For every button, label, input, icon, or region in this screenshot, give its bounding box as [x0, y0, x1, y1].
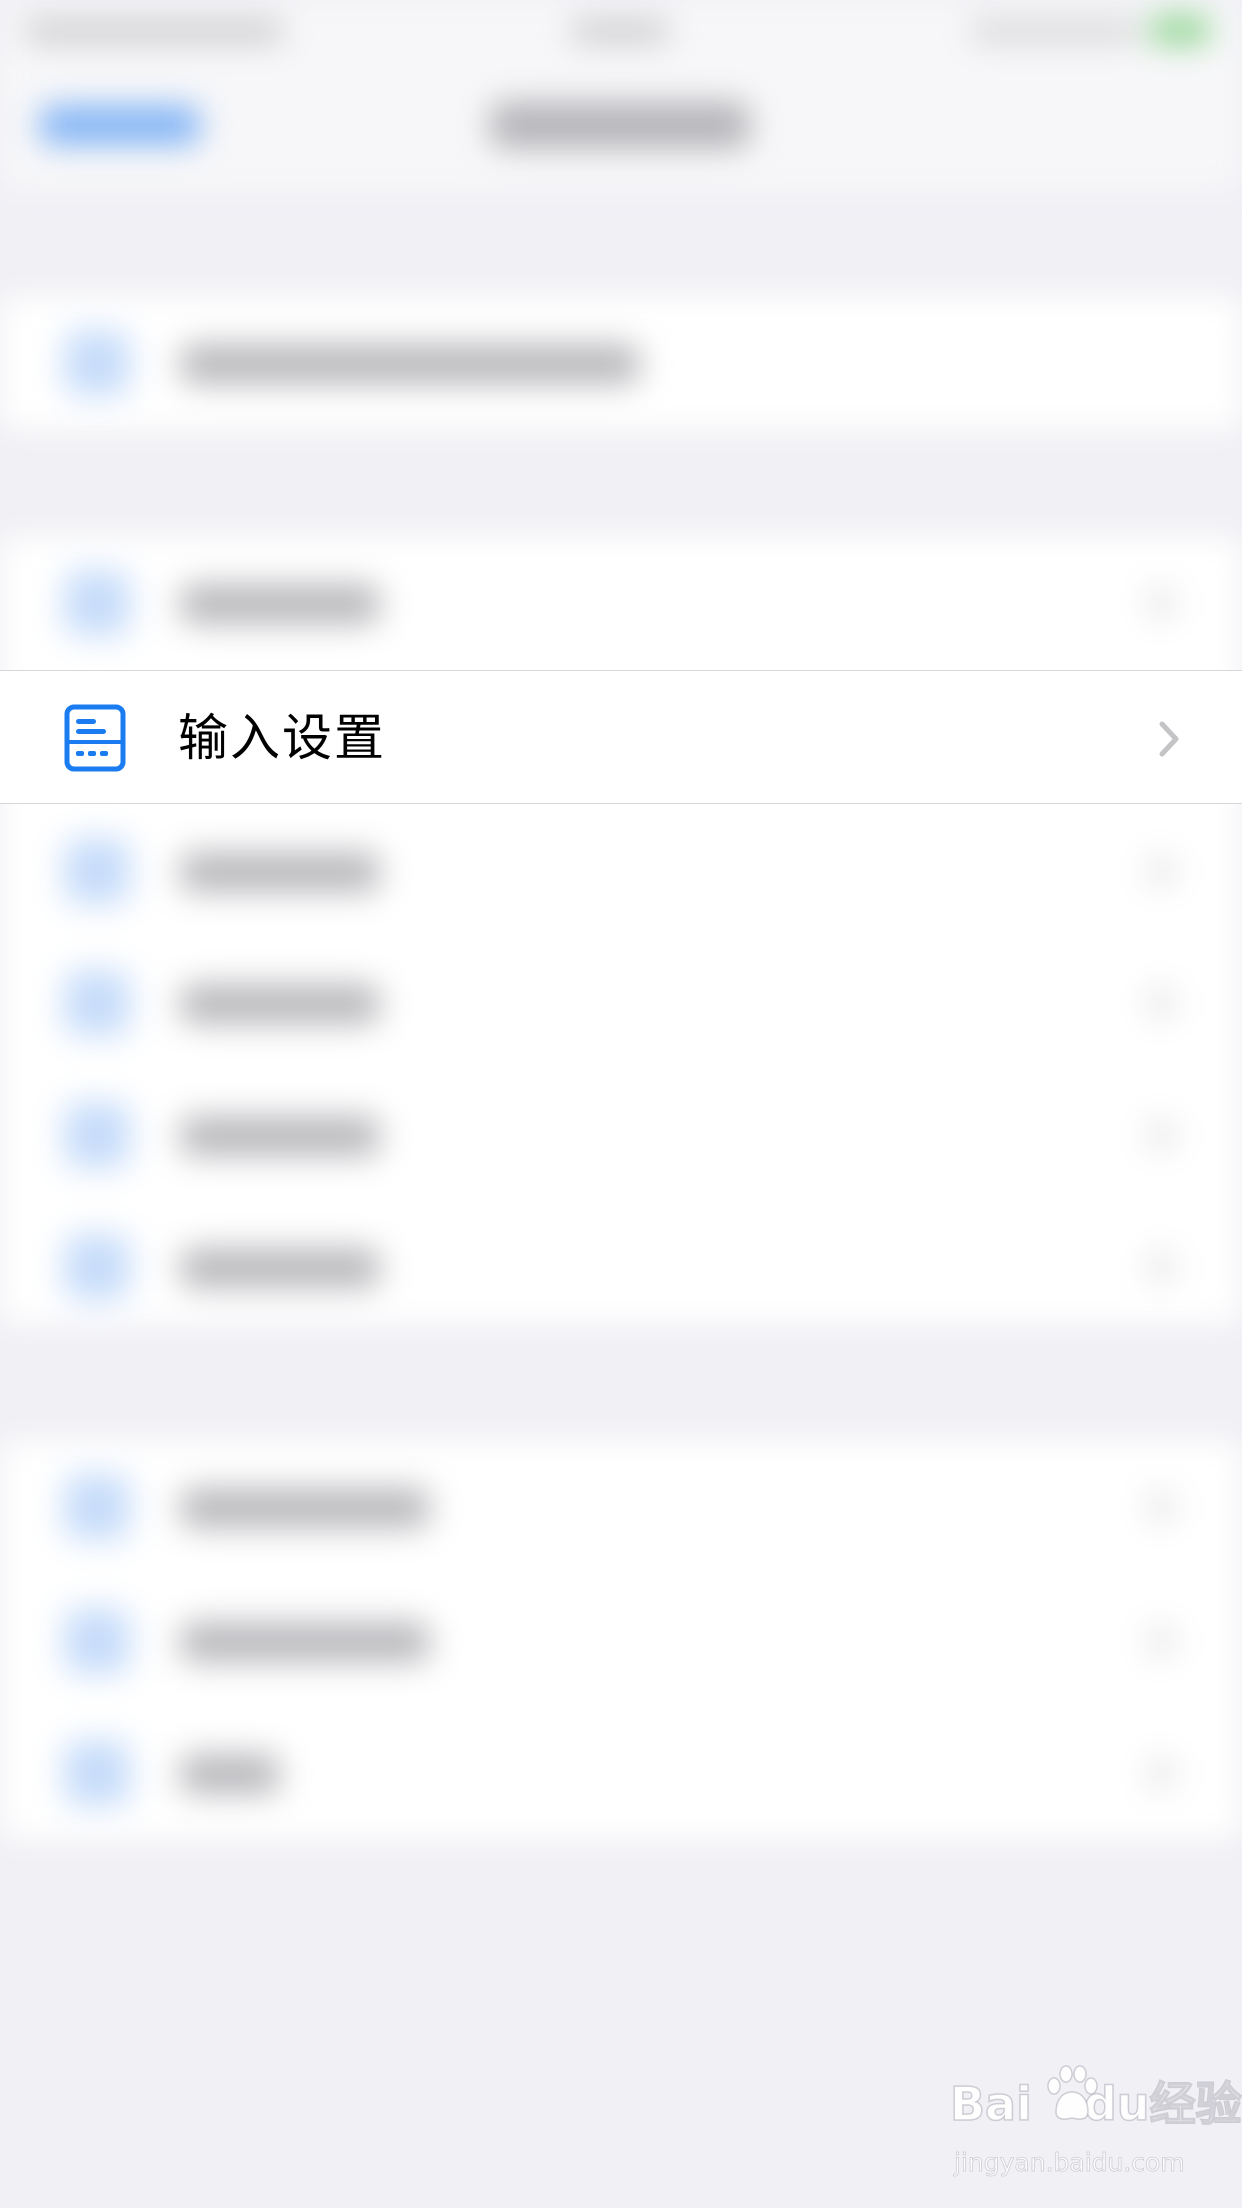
watermark-url: jingyan.baidu.com [954, 2148, 1186, 2178]
navigation-bar [0, 62, 1242, 192]
chevron-right-icon [1154, 719, 1184, 759]
settings-group-2 [0, 536, 1242, 1324]
baidu-jingyan-watermark: Bai du经验 jingyan.baidu.com [949, 2065, 1242, 2188]
settings-row-input-settings[interactable]: 输入设置 [0, 670, 1242, 804]
settings-group-3 [0, 1440, 1242, 1840]
settings-group-1 [0, 296, 1242, 430]
paw-logo-icon [1042, 2060, 1098, 2128]
status-bar [0, 0, 1242, 62]
blurred-background [0, 0, 1242, 2208]
row-label: 输入设置 [178, 709, 386, 767]
keyboard-settings-icon [64, 704, 126, 772]
